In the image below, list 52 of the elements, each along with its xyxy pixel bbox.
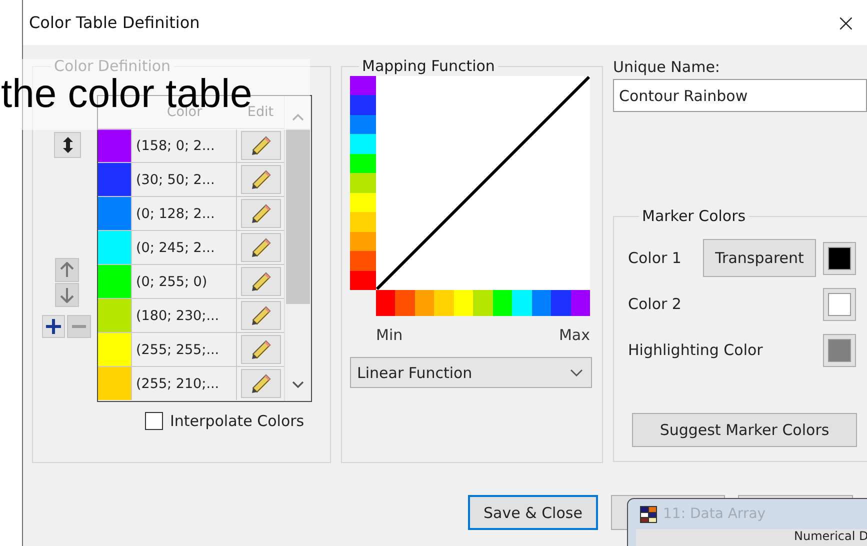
suggest-button[interactable]: Suggest Marker Colors [632, 413, 857, 447]
group-title: Mapping Function [361, 57, 496, 75]
table-cell: (180; 230;... [132, 299, 237, 332]
scroll-thumb[interactable] [286, 129, 310, 304]
color-picker-button[interactable] [823, 242, 856, 274]
table-cell: (0; 128; 2... [132, 197, 237, 230]
group-title: Color Definition [53, 57, 172, 75]
edit-button[interactable] [240, 335, 280, 364]
minus-icon [72, 325, 86, 328]
edit-button[interactable] [240, 301, 280, 330]
plus-icon [46, 319, 61, 334]
down-arrow-icon [60, 287, 74, 303]
table-cell: (158; 0; 2... [132, 129, 237, 162]
name-field[interactable]: Contour Rainbow [613, 79, 867, 112]
move-down-button[interactable] [55, 283, 79, 307]
field-label: Color 1 [628, 249, 682, 267]
edit-button[interactable] [240, 369, 280, 398]
color-picker-button[interactable] [823, 334, 856, 366]
axis-label: Max [558, 326, 590, 344]
up-arrow-icon [60, 262, 74, 278]
field-label: Unique Name: [613, 58, 721, 78]
scrollbar[interactable] [284, 96, 311, 401]
move-up-button[interactable] [55, 258, 79, 282]
table-cell: (0; 245; 2... [132, 231, 237, 264]
axis-label: Min [376, 326, 403, 344]
up-down-arrow-icon [62, 136, 74, 154]
table-cell: (0; 255; 0) [132, 265, 237, 298]
edit-button[interactable] [240, 165, 280, 194]
save-button[interactable]: Save & Close [468, 495, 598, 530]
table-cell: (255; 255;... [132, 333, 237, 366]
edit-button[interactable] [240, 131, 280, 160]
checkbox-label: Interpolate Colors [170, 412, 304, 430]
group-title: Marker Colors [641, 207, 747, 225]
edit-button[interactable] [240, 233, 280, 262]
function-dropdown[interactable]: Linear Function [350, 357, 592, 388]
caret-icon[interactable] [292, 381, 304, 389]
table-cell: (30; 50; 2... [132, 163, 237, 196]
grid-icon [640, 506, 657, 522]
field-label: Color 2 [628, 295, 682, 313]
edit-button[interactable] [240, 199, 280, 228]
field-label: Highlighting Color [628, 341, 764, 359]
checkbox[interactable] [145, 412, 163, 430]
color-picker-button[interactable] [823, 288, 856, 320]
edit-button[interactable] [240, 267, 280, 296]
close-button[interactable]: × [834, 8, 858, 36]
add-button[interactable] [42, 315, 65, 338]
table-cell: (255; 210;... [132, 367, 237, 400]
chevron-icon [570, 368, 583, 376]
window-title: Color Table Definition [29, 13, 200, 32]
transparent-button[interactable]: Transparent [703, 239, 816, 277]
sort-button[interactable] [54, 132, 81, 158]
column-header: Edit [247, 104, 275, 120]
